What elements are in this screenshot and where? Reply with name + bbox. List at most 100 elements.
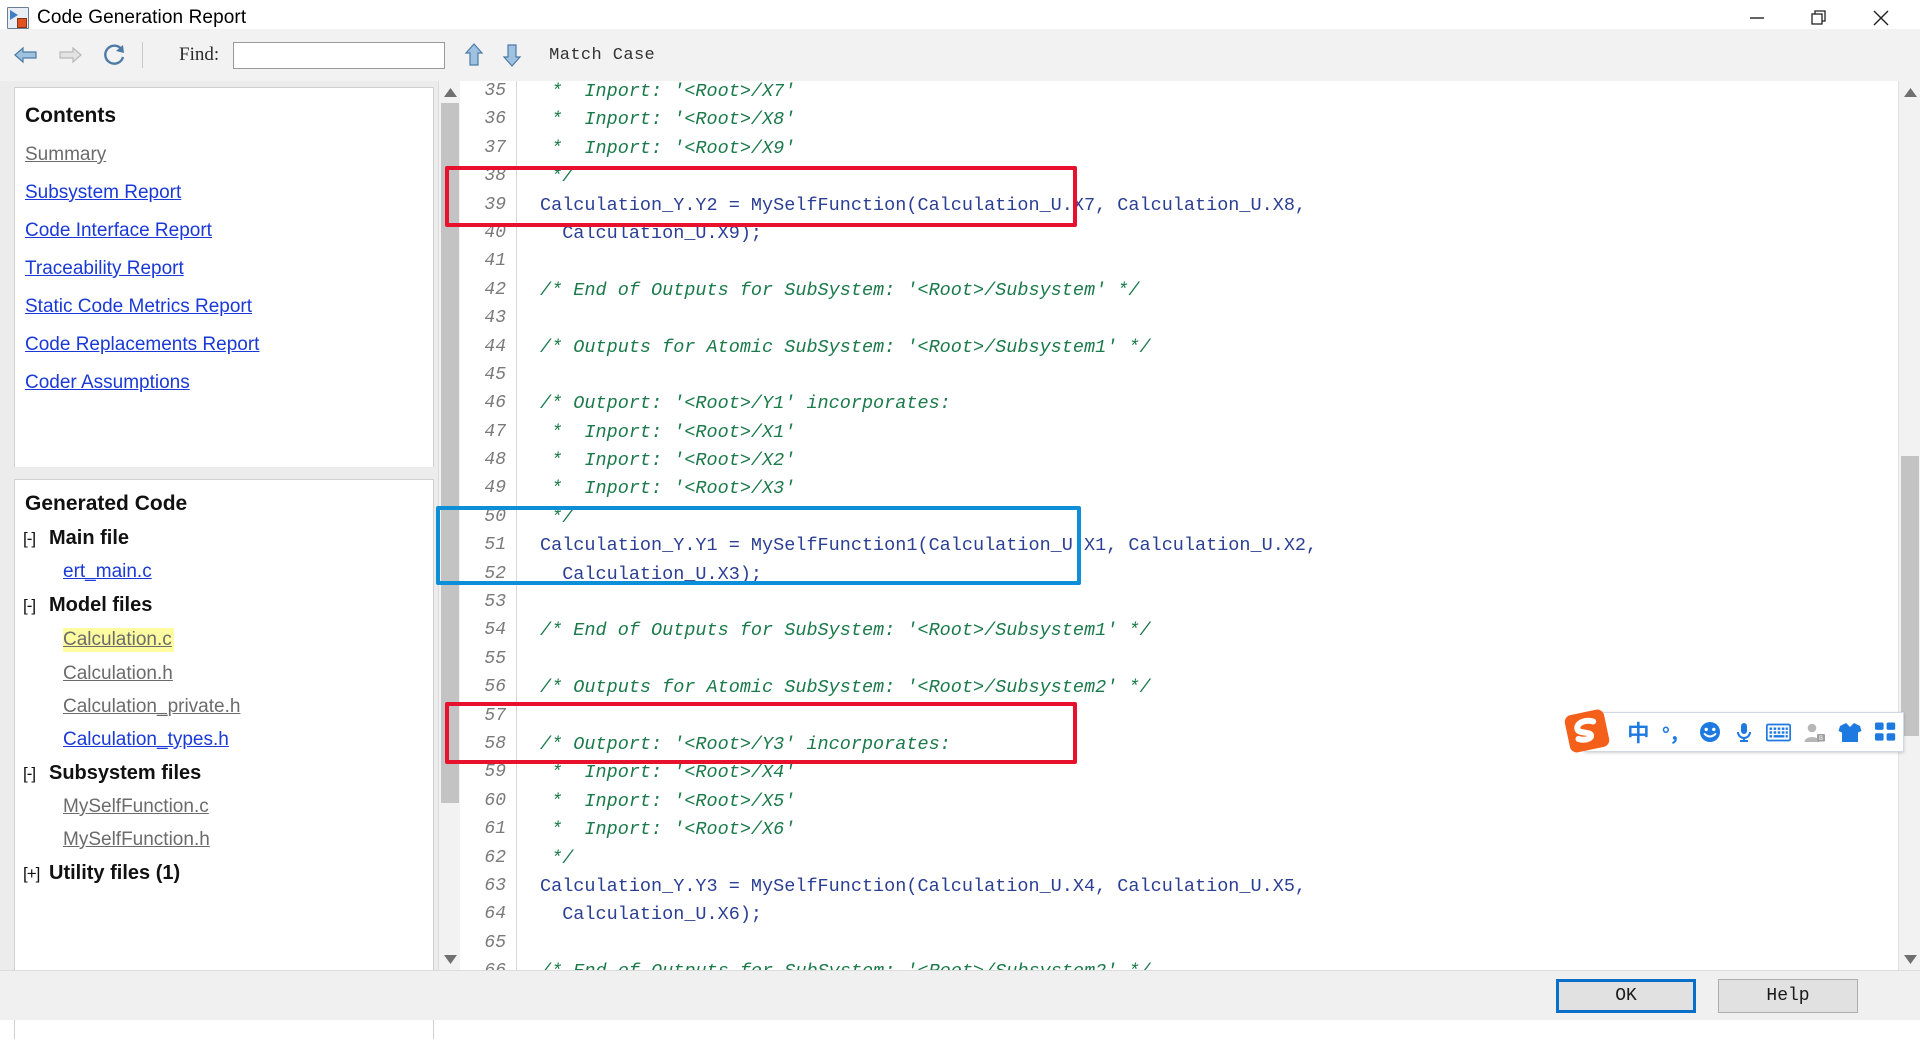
sidebar-link-label[interactable]: Static Code Metrics Report [25,296,252,318]
file-item-calculation-c[interactable]: Calculation.c [15,628,433,652]
emoji-glyph [1699,721,1721,743]
tree-group-subsystem-files[interactable]: [-] Subsystem files [15,762,433,785]
ime-toolbar[interactable]: 中 °， [1584,712,1904,752]
find-next-button[interactable] [493,35,531,75]
collapse-expander-icon[interactable]: [-] [23,764,49,784]
tree-group-model-files[interactable]: [-] Model files [15,594,433,617]
minimize-icon [1747,8,1767,28]
sidebar-scrollbar[interactable] [438,81,460,970]
code-line: 53 [460,592,1898,620]
soft-keyboard-icon[interactable] [1761,712,1797,752]
file-link-label[interactable]: Calculation_private.h [63,696,240,718]
sidebar-link-label[interactable]: Subsystem Report [25,182,181,204]
file-link-label[interactable]: Calculation.h [63,663,173,685]
match-case-label[interactable]: Match Case [549,46,655,65]
code-line-text: * Inport: '<Root>/X3' [540,478,795,499]
find-previous-button[interactable] [455,35,493,75]
sidebar-link-label[interactable]: Code Replacements Report [25,334,259,356]
line-number: 57 [460,706,506,726]
code-scroll-thumb[interactable] [1901,456,1919,736]
code-line: 59 * Inport: '<Root>/X4' [460,762,1898,790]
code-line: 62 */ [460,848,1898,876]
emoji-icon[interactable] [1694,712,1728,752]
sidebar-item-static-code-metrics-report[interactable]: Static Code Metrics Report [15,296,433,318]
chinese-mode-icon[interactable]: 中 [1619,712,1659,752]
sidebar-link-label[interactable]: Coder Assumptions [25,372,190,394]
line-number: 58 [460,734,506,754]
sidebar-link-label[interactable]: Summary [25,144,106,166]
back-button[interactable] [4,35,48,75]
code-scrollbar[interactable] [1898,81,1920,970]
search-input[interactable] [233,42,445,69]
sidebar-item-code-interface-report[interactable]: Code Interface Report [15,220,433,242]
sidebar-scroll-up-button[interactable] [439,81,461,103]
voice-input-icon[interactable] [1727,712,1761,752]
ok-button[interactable]: OK [1556,979,1696,1013]
sidebar-scroll-thumb[interactable] [441,103,459,803]
code-line-text: /* Outputs for Atomic SubSystem: '<Root>… [540,677,1151,698]
file-item-myselffunction-h[interactable]: MySelfFunction.h [15,829,433,851]
code-line-text: * Inport: '<Root>/X6' [540,819,795,840]
file-item-calculation-private-h[interactable]: Calculation_private.h [15,696,433,718]
code-line: 41 [460,251,1898,279]
line-number: 37 [460,138,506,158]
punctuation-mode-icon[interactable]: °， [1658,712,1694,752]
window-title: Code Generation Report [37,7,246,29]
sidebar-link-label[interactable]: Traceability Report [25,258,184,280]
forward-arrow-icon [57,44,83,66]
file-item-calculation-h[interactable]: Calculation.h [15,663,433,685]
file-link-label[interactable]: Calculation.c [63,629,172,651]
sidebar-item-coder-assumptions[interactable]: Coder Assumptions [15,372,433,394]
tree-group-label: Model files [49,594,152,617]
tree-group-main-file[interactable]: [-] Main file [15,527,433,550]
file-item-ert-main-c[interactable]: ert_main.c [15,561,433,583]
file-item-myselffunction-c[interactable]: MySelfFunction.c [15,796,433,818]
forward-button[interactable] [48,35,92,75]
collapse-expander-icon[interactable]: [-] [23,529,49,549]
sogou-logo-icon[interactable] [1562,703,1618,759]
file-link-label[interactable]: ert_main.c [63,561,152,583]
code-line-text: */ [540,848,573,869]
line-number: 39 [460,195,506,215]
help-button[interactable]: Help [1718,979,1858,1013]
code-line: 54/* End of Outputs for SubSystem: '<Roo… [460,620,1898,648]
sidebar-pane: Contents Summary Subsystem Report Code I… [0,81,460,970]
code-listing[interactable]: 35 * Inport: '<Root>/X7'36 * Inport: '<R… [460,81,1898,970]
code-scroll-up-button[interactable] [1899,81,1920,103]
grid-glyph [1875,722,1896,742]
line-number: 42 [460,280,506,300]
line-number: 54 [460,620,506,640]
sidebar-item-subsystem-report[interactable]: Subsystem Report [15,182,433,204]
refresh-button[interactable] [92,35,136,75]
file-link-label[interactable]: Calculation_types.h [63,729,229,751]
sidebar-item-traceability-report[interactable]: Traceability Report [15,258,433,280]
code-viewer-pane: 35 * Inport: '<Root>/X7'36 * Inport: '<R… [460,81,1920,970]
file-item-calculation-types-h[interactable]: Calculation_types.h [15,729,433,751]
generated-code-title: Generated Code [15,480,433,516]
skin-theme-icon[interactable] [1832,712,1868,752]
toolbox-icon[interactable] [1867,712,1903,752]
code-scroll-down-button[interactable] [1899,948,1920,970]
sidebar-item-code-replacements-report[interactable]: Code Replacements Report [15,334,433,356]
code-line: 50 */ [460,507,1898,535]
expand-expander-icon[interactable]: [+] [23,864,49,884]
line-number: 53 [460,592,506,612]
line-number: 65 [460,933,506,953]
sidebar-item-summary[interactable]: Summary [15,144,433,166]
sidebar-scroll-down-button[interactable] [439,948,461,970]
code-line: 36 * Inport: '<Root>/X8' [460,109,1898,137]
tree-group-utility-files[interactable]: [+] Utility files (1) [15,862,433,885]
line-number: 62 [460,848,506,868]
line-number: 64 [460,904,506,924]
microphone-glyph [1733,721,1755,743]
code-line: 44/* Outputs for Atomic SubSystem: '<Roo… [460,337,1898,365]
file-link-label[interactable]: MySelfFunction.c [63,796,209,818]
contents-panel: Contents Summary Subsystem Report Code I… [14,87,434,467]
user-account-icon[interactable]: B [1796,712,1832,752]
sidebar-link-label[interactable]: Code Interface Report [25,220,212,242]
line-number: 44 [460,337,506,357]
tree-group-label: Subsystem files [49,762,201,785]
file-link-label[interactable]: MySelfFunction.h [63,829,210,851]
code-line: 51Calculation_Y.Y1 = MySelfFunction1(Cal… [460,535,1898,563]
collapse-expander-icon[interactable]: [-] [23,596,49,616]
